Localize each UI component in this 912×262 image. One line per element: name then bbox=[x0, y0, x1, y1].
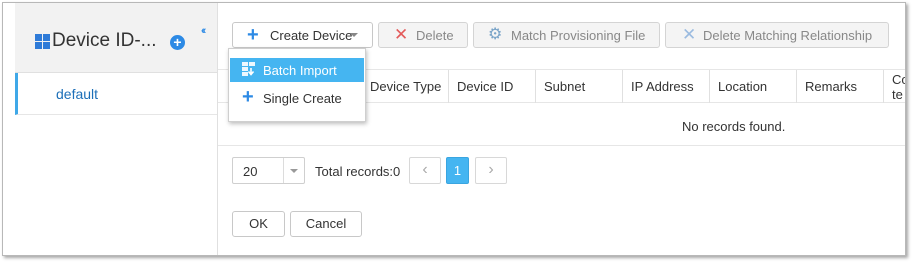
main-content: + Create Device ✕ Delete ⚙ Match Provisi… bbox=[217, 3, 905, 255]
total-records: Total records:0 bbox=[315, 164, 401, 179]
menu-item-single-create[interactable]: + Single Create bbox=[230, 86, 364, 110]
page-size-select[interactable]: 20 bbox=[232, 157, 305, 184]
delete-button[interactable]: ✕ Delete bbox=[378, 22, 468, 48]
column-header-device-id[interactable]: Device ID bbox=[448, 70, 535, 103]
column-header-ip-address[interactable]: IP Address bbox=[622, 70, 709, 103]
caret-down-icon bbox=[350, 33, 358, 37]
tree-item-label: default bbox=[56, 86, 99, 102]
plus-circle-icon[interactable]: + bbox=[170, 35, 185, 50]
column-header-remarks[interactable]: Remarks bbox=[796, 70, 883, 103]
caret-down-icon bbox=[290, 169, 298, 173]
close-icon: ✕ bbox=[682, 25, 697, 44]
windows-grid-icon bbox=[35, 34, 51, 50]
delete-matching-relationship-label: Delete Matching Relationship bbox=[703, 28, 873, 43]
dialog-window: Device ID-... + ‹‹ default + Create Devi… bbox=[2, 2, 906, 256]
match-provisioning-file-label: Match Provisioning File bbox=[511, 28, 646, 43]
chevron-left-icon: ‹ bbox=[422, 161, 428, 178]
close-icon: ✕ bbox=[394, 25, 409, 44]
page-size-value: 20 bbox=[243, 164, 258, 179]
create-device-button[interactable]: + Create Device bbox=[232, 22, 373, 48]
empty-table-message: No records found. bbox=[682, 119, 786, 134]
create-device-menu: Batch Import + Single Create bbox=[228, 48, 366, 122]
select-divider bbox=[283, 158, 284, 183]
column-header-location[interactable]: Location bbox=[709, 70, 796, 103]
create-device-label: Create Device bbox=[270, 28, 353, 43]
batch-import-icon bbox=[242, 62, 255, 76]
delete-matching-relationship-button[interactable]: ✕ Delete Matching Relationship bbox=[665, 22, 889, 48]
column-header-device-type[interactable]: Device Type bbox=[362, 70, 449, 103]
next-page-button[interactable]: › bbox=[475, 157, 507, 184]
left-panel: Device ID-... + ‹‹ default bbox=[15, 3, 217, 255]
menu-item-batch-import[interactable]: Batch Import bbox=[230, 58, 364, 82]
ok-button[interactable]: OK bbox=[232, 211, 285, 237]
match-provisioning-file-button[interactable]: ⚙ Match Provisioning File bbox=[473, 22, 660, 48]
cancel-button[interactable]: Cancel bbox=[290, 211, 362, 237]
plus-icon: + bbox=[247, 24, 259, 46]
left-panel-header: Device ID-... + ‹‹ bbox=[15, 3, 217, 73]
plus-icon: + bbox=[242, 86, 254, 108]
previous-page-button[interactable]: ‹ bbox=[409, 157, 441, 184]
double-chevron-left-icon[interactable]: ‹‹ bbox=[201, 25, 207, 37]
table-divider bbox=[218, 145, 905, 146]
chevron-right-icon: › bbox=[488, 161, 494, 178]
menu-item-label: Batch Import bbox=[263, 63, 337, 78]
column-header-subnet[interactable]: Subnet bbox=[535, 70, 622, 103]
column-header-truncated[interactable]: Co te bbox=[883, 70, 905, 103]
current-page-button[interactable]: 1 bbox=[446, 157, 469, 184]
panel-title: Device ID-... bbox=[52, 30, 157, 51]
menu-item-label: Single Create bbox=[263, 91, 342, 106]
tree-item-default[interactable]: default bbox=[15, 73, 217, 115]
delete-label: Delete bbox=[416, 28, 454, 43]
gear-icon: ⚙ bbox=[488, 26, 503, 43]
